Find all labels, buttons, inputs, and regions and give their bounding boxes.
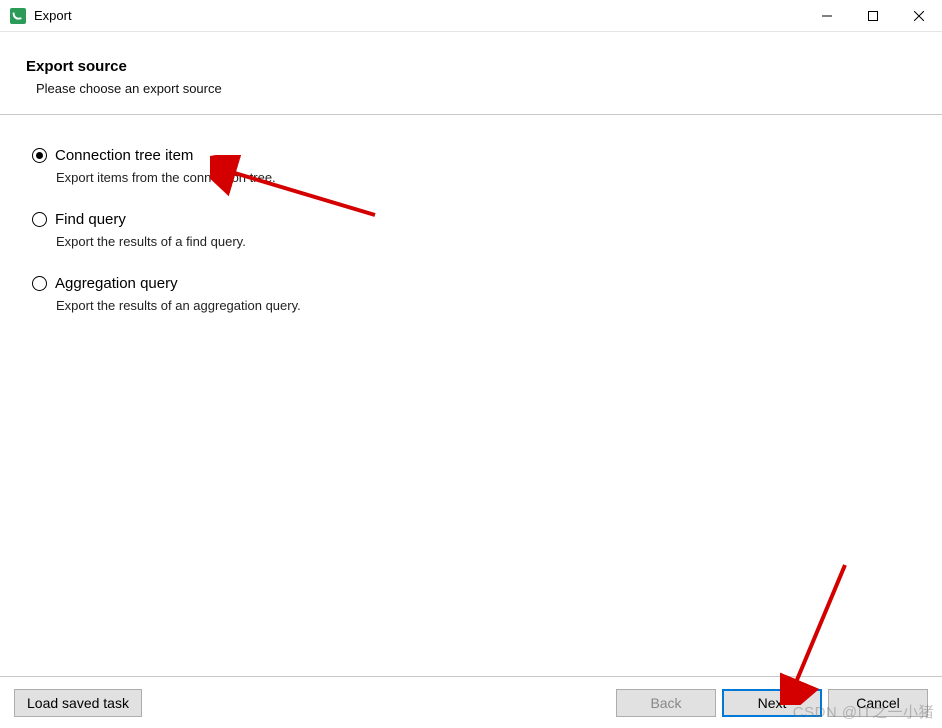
radio-icon bbox=[32, 276, 47, 291]
header-section: Export source Please choose an export so… bbox=[0, 32, 942, 115]
next-button[interactable]: Next bbox=[722, 689, 822, 717]
window-controls bbox=[804, 0, 942, 31]
radio-label: Find query bbox=[55, 211, 126, 228]
page-subtitle: Please choose an export source bbox=[36, 81, 918, 96]
maximize-button[interactable] bbox=[850, 0, 896, 31]
close-button[interactable] bbox=[896, 0, 942, 31]
radio-description: Export the results of a find query. bbox=[56, 234, 918, 249]
content-area: Connection tree item Export items from t… bbox=[0, 115, 942, 349]
radio-icon bbox=[32, 212, 47, 227]
radio-option-aggregation-query[interactable]: Aggregation query Export the results of … bbox=[32, 275, 918, 313]
maximize-icon bbox=[868, 11, 878, 21]
radio-label: Aggregation query bbox=[55, 275, 178, 292]
footer: Load saved task Back Next Cancel bbox=[0, 676, 942, 728]
window-title: Export bbox=[34, 8, 804, 23]
cancel-button[interactable]: Cancel bbox=[828, 689, 928, 717]
radio-icon bbox=[32, 148, 47, 163]
page-title: Export source bbox=[26, 58, 918, 75]
back-button[interactable]: Back bbox=[616, 689, 716, 717]
minimize-icon bbox=[822, 11, 832, 21]
radio-description: Export items from the connection tree. bbox=[56, 170, 918, 185]
radio-label: Connection tree item bbox=[55, 147, 193, 164]
radio-option-find-query[interactable]: Find query Export the results of a find … bbox=[32, 211, 918, 249]
radio-option-connection-tree[interactable]: Connection tree item Export items from t… bbox=[32, 147, 918, 185]
titlebar: Export bbox=[0, 0, 942, 32]
close-icon bbox=[914, 11, 924, 21]
app-icon bbox=[10, 8, 26, 24]
minimize-button[interactable] bbox=[804, 0, 850, 31]
radio-description: Export the results of an aggregation que… bbox=[56, 298, 918, 313]
load-saved-task-button[interactable]: Load saved task bbox=[14, 689, 142, 717]
